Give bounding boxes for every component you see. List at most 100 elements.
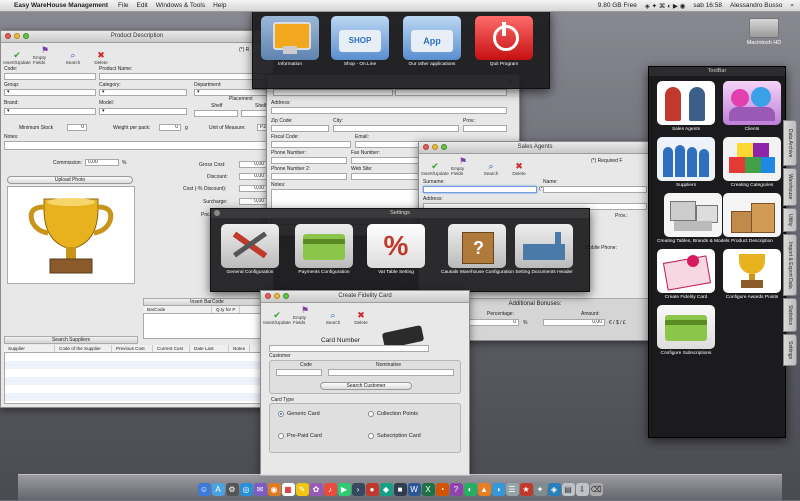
- tab-warehouse[interactable]: Warehouse: [783, 168, 797, 206]
- app-icon-3[interactable]: ■: [393, 483, 407, 496]
- upload-photo-button[interactable]: Upload Photo: [7, 176, 133, 184]
- app-icon-11[interactable]: ✦: [533, 483, 547, 496]
- app-icon-5[interactable]: ?: [449, 483, 463, 496]
- app-icon-6[interactable]: ◐: [463, 483, 477, 496]
- client-fiscal-field[interactable]: [271, 141, 351, 148]
- collection-points-radio[interactable]: Collection Points: [368, 411, 418, 417]
- minimize-button[interactable]: [274, 293, 280, 299]
- empty-fields-button[interactable]: ⚑ Empty Fields: [33, 45, 57, 65]
- prepaid-card-radio[interactable]: Pre-Paid Card: [278, 433, 322, 439]
- brand-select[interactable]: ▾: [4, 108, 96, 115]
- categories-tool[interactable]: Creating Categories: [723, 137, 781, 189]
- product-description-tool[interactable]: Product Description: [723, 193, 781, 245]
- app-icon-7[interactable]: ▲: [477, 483, 491, 496]
- sales-agents-tool[interactable]: Sales Agents: [657, 81, 715, 133]
- nominative-field[interactable]: [328, 369, 454, 376]
- minimize-button[interactable]: [432, 144, 438, 150]
- card-number-field[interactable]: [269, 345, 429, 352]
- insert-update-button[interactable]: ✔ Insert/Update: [3, 50, 31, 65]
- finder-icon[interactable]: ☺: [197, 483, 211, 496]
- close-button[interactable]: [5, 33, 11, 39]
- tab-statistics[interactable]: Statistics: [783, 298, 797, 332]
- amount-field[interactable]: 0,00: [543, 319, 605, 326]
- subscriptions-tool[interactable]: Configure Subscriptions: [657, 305, 715, 357]
- zoom-button[interactable]: [23, 33, 29, 39]
- excel-icon[interactable]: X: [421, 483, 435, 496]
- client-city-field[interactable]: [333, 125, 459, 132]
- client-zip-field[interactable]: [271, 125, 329, 132]
- menu-file[interactable]: File: [118, 2, 128, 9]
- folder-icon[interactable]: ▤: [561, 483, 575, 496]
- menu-help[interactable]: Help: [213, 2, 226, 9]
- client-name-field[interactable]: [273, 89, 393, 96]
- causals-warehouse-tile[interactable]: ? Causals Warehouse Configuration: [441, 224, 514, 276]
- minimize-button[interactable]: [14, 33, 20, 39]
- menu-windows-tools[interactable]: Windows & Tools: [156, 2, 205, 9]
- contacts-icon[interactable]: ◉: [267, 483, 281, 496]
- safari-icon[interactable]: ◎: [239, 483, 253, 496]
- insert-barcode-button[interactable]: Insert BarCode: [143, 298, 271, 306]
- clock[interactable]: sab 16:58: [693, 2, 722, 9]
- date-last-load-column[interactable]: Date Last Load: [190, 345, 229, 358]
- insert-update-button[interactable]: ✔ Insert/Update: [421, 161, 449, 176]
- category-select[interactable]: ▾: [99, 89, 187, 96]
- toolbar-panel-titlebar[interactable]: ToolBar: [649, 67, 785, 76]
- barcode-table[interactable]: [143, 313, 273, 339]
- trash-icon[interactable]: ⌫: [589, 483, 603, 496]
- client-surname-field[interactable]: [395, 89, 507, 96]
- other-apps-launcher[interactable]: App Our other applications: [403, 16, 461, 68]
- search-customer-button[interactable]: Search Customer: [320, 382, 412, 390]
- app-icon-9[interactable]: ☰: [505, 483, 519, 496]
- discount-field[interactable]: 0,00: [239, 173, 267, 180]
- mail-icon[interactable]: ✉: [253, 483, 267, 496]
- commission-field[interactable]: 0,00: [85, 159, 119, 166]
- information-launcher[interactable]: Information: [261, 16, 319, 68]
- shelf-field[interactable]: [194, 110, 238, 117]
- vat-table-tile[interactable]: % Vat Table Setting: [367, 224, 425, 276]
- gross-cost-field[interactable]: 0,00: [239, 161, 267, 168]
- delete-button[interactable]: ✖ Delete: [89, 50, 113, 65]
- notes-field[interactable]: [4, 141, 271, 150]
- group-select[interactable]: ▾: [4, 89, 96, 96]
- disk-free-status[interactable]: 9.80 GB Free: [598, 2, 637, 9]
- suppliers-tool[interactable]: Suppliers: [657, 137, 715, 189]
- product-window-titlebar[interactable]: Product Description: [1, 31, 273, 43]
- current-cost-column[interactable]: Current Cost: [153, 345, 190, 352]
- terminal-icon[interactable]: ›: [351, 483, 365, 496]
- app-menu[interactable]: Easy WareHouse Management: [14, 2, 108, 9]
- weight-field[interactable]: 0: [159, 124, 181, 131]
- qty-column[interactable]: Q.ty for P: [212, 306, 241, 313]
- close-button[interactable]: [265, 293, 271, 299]
- user-menu[interactable]: Alessandro Busso: [730, 2, 782, 9]
- delete-button[interactable]: ✖ Delete: [507, 161, 531, 176]
- surname-field[interactable]: [423, 186, 537, 193]
- app-icon-8[interactable]: ◑: [491, 483, 505, 496]
- supplier-column[interactable]: Supplier: [4, 345, 55, 352]
- notes-icon[interactable]: ✎: [295, 483, 309, 496]
- close-button[interactable]: [423, 144, 429, 150]
- clients-tool[interactable]: Clients: [723, 81, 781, 133]
- department-select[interactable]: ▾: [194, 89, 271, 96]
- empty-fields-button[interactable]: ⚑ Empty Fields: [293, 305, 317, 325]
- client-website-field[interactable]: [351, 173, 427, 180]
- tables-brands-models-tool[interactable]: Creating Tables, Brands & Models: [657, 193, 729, 245]
- shop-online-launcher[interactable]: SHOP Shop - On.Line: [331, 16, 389, 68]
- client-phone-field[interactable]: [271, 157, 347, 164]
- empty-fields-button[interactable]: ⚑ Empty Fields: [451, 156, 475, 176]
- insert-update-button[interactable]: ✔ Insert/Update: [263, 310, 291, 325]
- search-suppliers-button[interactable]: Search Suppliers: [4, 336, 138, 344]
- awards-points-tool[interactable]: Configure Awards Points: [723, 249, 781, 301]
- app-icon-4[interactable]: ◔: [435, 483, 449, 496]
- search-button[interactable]: ⌕ Search: [321, 310, 345, 325]
- generic-card-radio[interactable]: Generic Card: [278, 411, 320, 417]
- menu-extras-icons[interactable]: ◈ ✦ ⌘ ◐ ▶ ◉: [645, 2, 686, 10]
- app-icon-10[interactable]: ★: [519, 483, 533, 496]
- search-button[interactable]: ⌕ Search: [61, 50, 85, 65]
- photos-icon[interactable]: ✿: [309, 483, 323, 496]
- calendar-icon[interactable]: ▦: [281, 483, 295, 496]
- downloads-icon[interactable]: ⇩: [575, 483, 589, 496]
- subscription-card-radio[interactable]: Subscription Card: [368, 433, 421, 439]
- delete-button[interactable]: ✖ Delete: [349, 310, 373, 325]
- sales-agents-titlebar[interactable]: Sales Agents: [419, 142, 651, 154]
- name-field[interactable]: [543, 186, 647, 193]
